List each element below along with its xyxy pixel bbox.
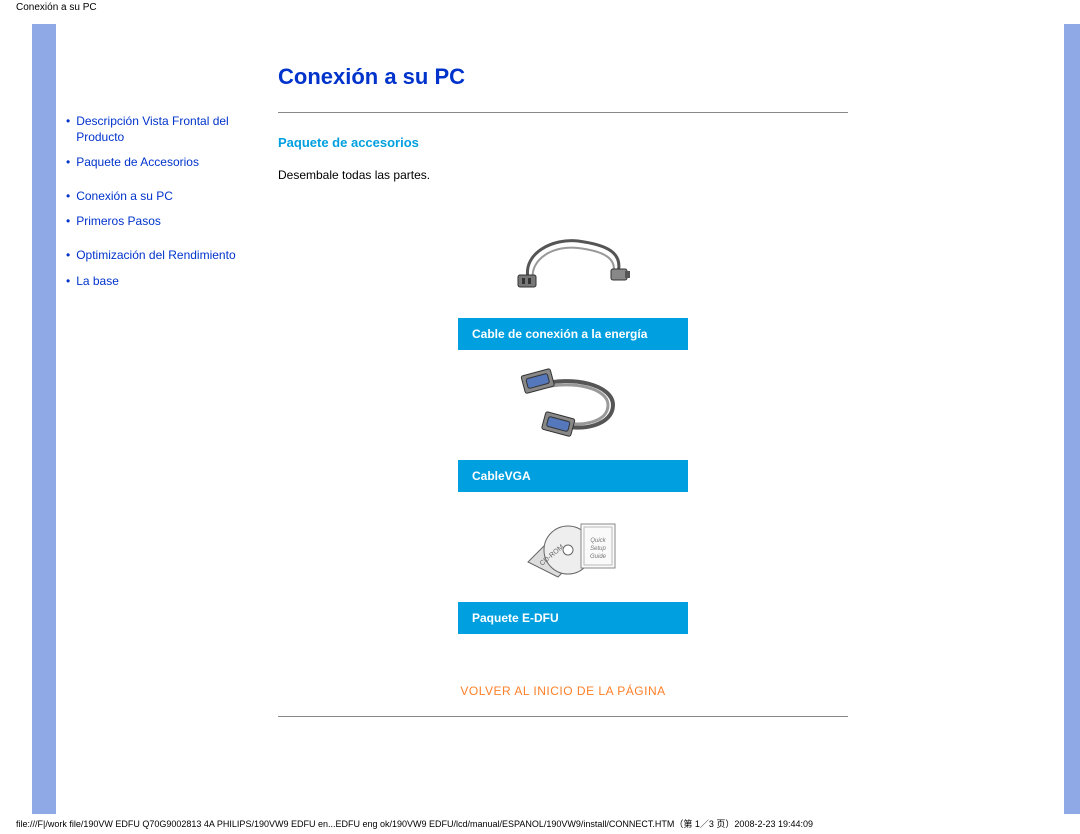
svg-text:Setup: Setup [590, 546, 606, 552]
vga-cable-illustration [458, 350, 688, 460]
accessory-edfu-package: CD-ROM Quick Setup Guide Paquete E-DFU [458, 492, 688, 634]
power-cable-illustration [458, 208, 688, 318]
bullet-icon: • [66, 189, 70, 203]
page-header-title: Conexión a su PC [16, 2, 97, 13]
bullet-icon: • [66, 214, 70, 228]
sidebar-item-paquete-accesorios[interactable]: • Paquete de Accesorios [66, 155, 268, 171]
accessory-power-cable: Cable de conexión a la energía [458, 208, 688, 350]
sidebar-label: Conexión a su PC [76, 189, 173, 205]
accessory-label: Cable de conexión a la energía [458, 318, 688, 350]
section-heading: Paquete de accesorios [278, 135, 1040, 150]
footer-path: file:///F|/work file/190VW EDFU Q70G9002… [16, 817, 813, 830]
accessory-label: Paquete E-DFU [458, 602, 688, 634]
bullet-icon: • [66, 248, 70, 262]
svg-text:Quick: Quick [590, 538, 606, 544]
accessory-label: CableVGA [458, 460, 688, 492]
accessory-table: Cable de conexión a la energía [458, 208, 688, 634]
sidebar-item-descripcion[interactable]: • Descripción Vista Frontal del Producto [66, 114, 268, 145]
sidebar-label: Primeros Pasos [76, 214, 161, 230]
sidebar-item-la-base[interactable]: • La base [66, 274, 268, 290]
svg-text:Guide: Guide [590, 554, 607, 560]
sidebar-label: La base [76, 274, 119, 290]
divider [278, 112, 848, 113]
bullet-icon: • [66, 155, 70, 169]
bullet-icon: • [66, 274, 70, 288]
sidebar-label: Paquete de Accesorios [76, 155, 199, 171]
body-text: Desembale todas las partes. [278, 168, 1040, 182]
right-accent-bar [1064, 24, 1080, 814]
sidebar-item-optimizacion[interactable]: • Optimización del Rendimiento [66, 248, 268, 264]
left-accent-bar [32, 24, 56, 814]
back-to-top-link[interactable]: VOLVER AL INICIO DE LA PÁGINA [460, 684, 665, 698]
main-content: Conexión a su PC Paquete de accesorios D… [278, 24, 1080, 814]
page-title: Conexión a su PC [278, 64, 1040, 90]
bullet-icon: • [66, 114, 70, 128]
accessory-vga-cable: CableVGA [458, 350, 688, 492]
back-to-top-container: VOLVER AL INICIO DE LA PÁGINA [278, 684, 848, 698]
sidebar-label: Descripción Vista Frontal del Producto [76, 114, 268, 145]
sidebar-nav: • Descripción Vista Frontal del Producto… [56, 24, 278, 814]
sidebar-label: Optimización del Rendimiento [76, 248, 235, 264]
edfu-package-illustration: CD-ROM Quick Setup Guide [458, 492, 688, 602]
sidebar-item-conexion[interactable]: • Conexión a su PC [66, 189, 268, 205]
sidebar-item-primeros-pasos[interactable]: • Primeros Pasos [66, 214, 268, 230]
divider [278, 716, 848, 717]
